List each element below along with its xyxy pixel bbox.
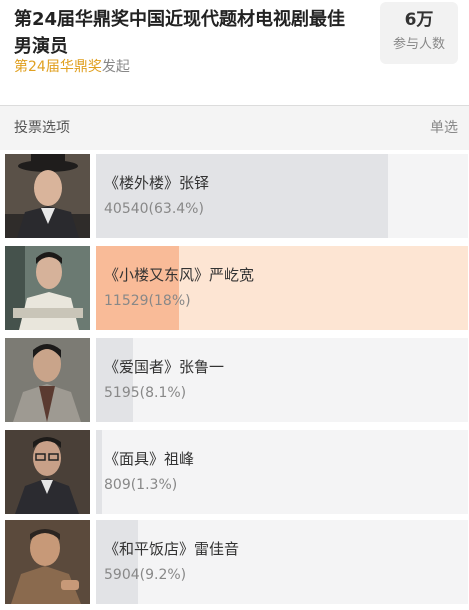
poll-option[interactable]: 《和平饭店》雷佳音 5904(9.2%): [5, 520, 468, 604]
vote-share-fill: [96, 520, 139, 604]
poll-sponsor: 第24届华鼎奖发起: [14, 58, 130, 76]
actor-photo: [5, 430, 90, 514]
actor-photo: [5, 520, 90, 604]
vote-mode-label: 单选: [430, 120, 458, 136]
participant-count-label: 参与人数: [392, 37, 445, 52]
poll-option[interactable]: 《面具》祖峰 809(1.3%): [5, 430, 468, 514]
vote-share-fill: [96, 154, 389, 238]
sponsor-suffix: 发起: [101, 59, 130, 75]
option-votes: 40540(63.4%): [104, 201, 204, 217]
option-votes: 5195(8.1%): [104, 385, 187, 401]
poll-option[interactable]: 《小楼又东风》严屹宽 11529(18%): [5, 246, 468, 330]
option-label: 《楼外楼》张铎: [104, 174, 210, 192]
option-bar: 《小楼又东风》严屹宽 11529(18%): [96, 246, 468, 330]
option-bar: 《和平饭店》雷佳音 5904(9.2%): [96, 520, 468, 604]
vote-share-fill: [96, 430, 102, 514]
option-label: 《和平饭店》雷佳音: [104, 540, 240, 558]
participant-count-box: 6万 参与人数: [380, 2, 458, 64]
sponsor-name[interactable]: 第24届华鼎奖: [14, 59, 102, 75]
poll-option[interactable]: 《楼外楼》张铎 40540(63.4%): [5, 154, 468, 238]
poll-title: 第24届华鼎奖中国近现代题材电视剧最佳男演员: [14, 9, 346, 57]
participant-count: 6万: [404, 10, 434, 30]
option-bar: 《爱国者》张鲁一 5195(8.1%): [96, 338, 468, 422]
option-votes: 5904(9.2%): [104, 567, 187, 583]
actor-photo: [5, 338, 90, 422]
option-bar: 《楼外楼》张铎 40540(63.4%): [96, 154, 468, 238]
option-label: 《爱国者》张鲁一: [104, 358, 225, 376]
actor-photo: [5, 246, 90, 330]
poll-option[interactable]: 《爱国者》张鲁一 5195(8.1%): [5, 338, 468, 422]
option-label: 《小楼又东风》严屹宽: [104, 266, 255, 284]
options-header-label: 投票选项: [14, 120, 70, 136]
option-votes: 11529(18%): [104, 293, 191, 309]
option-bar: 《面具》祖峰 809(1.3%): [96, 430, 468, 514]
option-label: 《面具》祖峰: [104, 450, 195, 468]
option-votes: 809(1.3%): [104, 477, 178, 493]
vote-share-fill: [96, 338, 134, 422]
options-header: 投票选项 单选: [0, 106, 469, 150]
actor-photo: [5, 154, 90, 238]
vote-share-fill: [96, 246, 180, 330]
poll-header: 第24届华鼎奖中国近现代题材电视剧最佳男演员 第24届华鼎奖发起 6万 参与人数: [0, 0, 469, 105]
